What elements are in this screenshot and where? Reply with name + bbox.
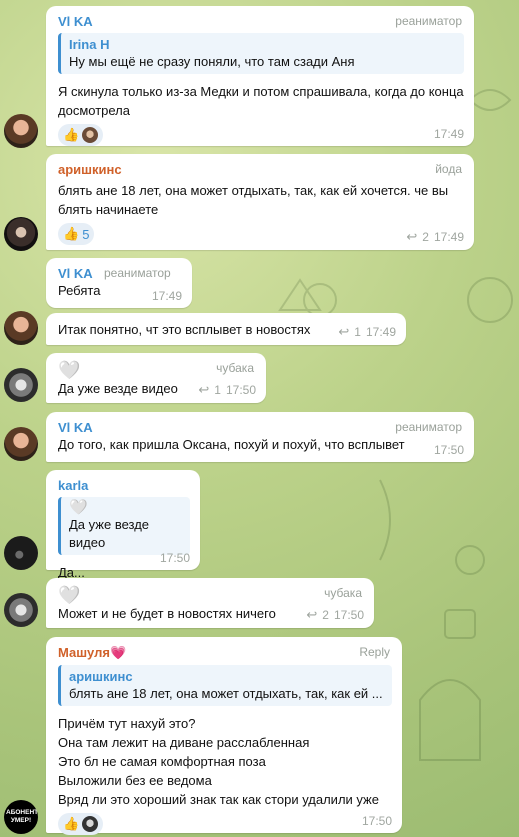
message-bubble[interactable]: аришкинс йода блять ане 18 лет, она може… xyxy=(46,154,474,250)
message-meta: ↩ 2 17:50 xyxy=(306,607,364,623)
reaction-chip[interactable]: 👍 xyxy=(58,124,104,146)
message-bubble[interactable]: Машуля💗 Reply аришкинс блять ане 18 лет,… xyxy=(46,637,402,835)
heart-icon: 🤍 xyxy=(69,499,88,516)
author-name[interactable]: аришкинс xyxy=(58,162,464,177)
reply-icon[interactable]: ↩ xyxy=(306,607,317,623)
reply-count: 1 xyxy=(354,325,361,339)
reply-count: 1 xyxy=(214,383,221,397)
member-tag: чубака xyxy=(324,586,362,600)
member-tag: йода xyxy=(435,162,462,176)
message-bubble[interactable]: Vl KA реаниматор Ребята 17:49 xyxy=(46,258,192,308)
quote-text: Ну мы ещё не сразу поняли, что там сзади… xyxy=(69,54,355,69)
reply-icon[interactable]: ↩ xyxy=(198,382,209,398)
member-tag: реаниматор xyxy=(395,420,462,434)
member-tag: чубака xyxy=(216,361,254,375)
message-time: 17:50 xyxy=(361,814,392,828)
message-meta: ↩ 1 17:50 xyxy=(198,382,256,398)
message-bubble[interactable]: Итак понятно, чт это всплывет в новостях… xyxy=(46,313,406,345)
avatar[interactable] xyxy=(4,114,38,148)
message-text: До того, как пришла Оксана, похуй и поху… xyxy=(58,437,405,452)
message-bubble[interactable]: 🤍 чубака Да уже везде видео ↩ 1 17:50 xyxy=(46,353,266,403)
quoted-reply[interactable]: Irina H Ну мы ещё не сразу поняли, что т… xyxy=(58,33,464,74)
quote-author: Irina H xyxy=(69,37,110,52)
quote-text: Да уже везде видео xyxy=(69,517,150,550)
message-bubble[interactable]: Vl KA реаниматор Irina H Ну мы ещё не ср… xyxy=(46,6,474,146)
message-meta: 17:49 xyxy=(152,289,182,303)
message-meta: ↩ 1 17:49 xyxy=(338,324,396,340)
message-time: 17:50 xyxy=(433,443,464,457)
thumbs-up-icon: 👍 xyxy=(63,816,80,831)
avatar[interactable]: АБОНЕНТ УМЕР! xyxy=(4,800,38,834)
quoted-reply[interactable]: 🤍 Да уже везде видео xyxy=(58,497,190,555)
reply-count: 2 xyxy=(322,608,329,622)
message-text: блять ане 18 лет, она может отдыхать, та… xyxy=(58,183,452,217)
reaction-count: 5 xyxy=(82,226,90,242)
quote-author: аришкинс xyxy=(69,669,133,684)
avatar-text: АБОНЕНТ УМЕР! xyxy=(6,809,38,824)
member-tag: реаниматор xyxy=(104,266,171,280)
message-meta: 17:49 xyxy=(434,127,464,141)
reply-label[interactable]: Reply xyxy=(359,645,390,659)
message-meta: 17:50 xyxy=(362,814,392,828)
avatar[interactable] xyxy=(4,311,38,345)
message-meta: 17:50 xyxy=(160,551,190,565)
author-name[interactable]: karla xyxy=(58,478,190,493)
message-time: 17:49 xyxy=(433,127,464,141)
reply-count: 2 xyxy=(422,230,429,244)
message-text: Причём тут нахуй это? Она там лежит на д… xyxy=(58,716,379,807)
avatar[interactable] xyxy=(4,368,38,402)
message-time: 17:50 xyxy=(159,551,190,565)
message-time: 17:49 xyxy=(365,325,396,339)
quote-text: блять ане 18 лет, она может отдыхать, та… xyxy=(69,686,383,701)
reaction-chip[interactable]: 👍 xyxy=(58,813,104,835)
message-text: Я скинула только из-за Медки и потом спр… xyxy=(58,84,468,118)
author-name[interactable]: Машуля💗 xyxy=(58,645,392,661)
message-time: 17:49 xyxy=(151,289,182,303)
reply-icon[interactable]: ↩ xyxy=(406,229,417,245)
message-meta: ↩ 2 17:49 xyxy=(406,229,464,245)
quoted-reply[interactable]: аришкинс блять ане 18 лет, она может отд… xyxy=(58,665,392,706)
pink-heart-icon: 💗 xyxy=(109,645,127,660)
message-time: 17:50 xyxy=(333,608,364,622)
thumbs-up-icon: 👍 xyxy=(63,127,80,142)
reactor-avatar xyxy=(82,816,99,832)
avatar[interactable] xyxy=(4,593,38,627)
message-meta: 17:50 xyxy=(434,443,464,457)
member-tag: реаниматор xyxy=(395,14,462,28)
heart-icon: 🤍 xyxy=(58,585,81,605)
avatar[interactable] xyxy=(4,427,38,461)
avatar[interactable] xyxy=(4,217,38,251)
avatar[interactable] xyxy=(4,536,38,570)
message-bubble[interactable]: Vl KA реаниматор До того, как пришла Окс… xyxy=(46,412,474,462)
message-bubble[interactable]: karla 🤍 Да уже везде видео Да... 17:50 xyxy=(46,470,200,580)
reply-icon[interactable]: ↩ xyxy=(338,324,349,340)
message-bubble[interactable]: 🤍 чубака Может и не будет в новостях нич… xyxy=(46,578,374,628)
message-time: 17:50 xyxy=(225,383,256,397)
reaction-chip[interactable]: 👍 5 xyxy=(58,223,95,245)
message-time: 17:49 xyxy=(433,230,464,244)
thumbs-up-icon: 👍 xyxy=(63,226,80,241)
reactor-avatar xyxy=(82,127,99,143)
author-label: Машуля xyxy=(58,645,110,660)
